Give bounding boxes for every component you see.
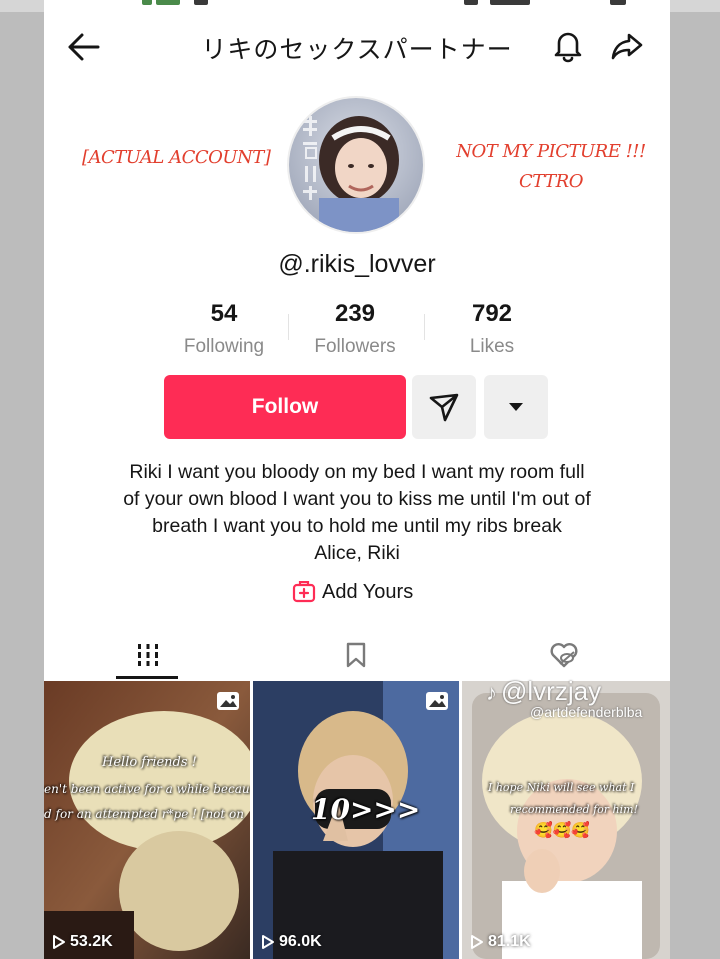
- view-count-value: 53.2K: [70, 933, 113, 950]
- tiktok-logo-icon: ♪: [486, 680, 497, 705]
- stat-value: 54: [210, 300, 238, 327]
- caption-line: NOT MY PICTURE !!!: [456, 141, 646, 162]
- grid-icon: [138, 644, 158, 666]
- stat-likes[interactable]: 792 Likes: [422, 300, 562, 358]
- video-tile[interactable]: Hello friends ! en't been active for a w…: [44, 681, 250, 959]
- caption-actual-account: [ACTUAL ACCOUNT]: [82, 147, 271, 168]
- phone-screen: リキのセックスパートナー [ACTUAL ACCOUNT] NOT MY PIC…: [44, 0, 670, 959]
- photo-icon: [217, 692, 239, 710]
- video-overlay-text: Hello friends !: [102, 755, 197, 770]
- stat-label: Likes: [469, 336, 515, 357]
- bio-line: Alice, Riki: [314, 542, 400, 564]
- message-button[interactable]: [412, 375, 476, 439]
- share-arrow-icon: [611, 33, 643, 60]
- notifications-button[interactable]: [550, 27, 586, 63]
- video-overlay-text: 10>>>: [311, 793, 421, 826]
- avatar-image: [289, 98, 423, 232]
- bookmark-icon: [346, 642, 366, 668]
- view-count: 96.0K: [261, 933, 322, 951]
- video-overlay-emoji: 🥰🥰🥰: [534, 821, 591, 839]
- video-overlay-text: recommended for him!: [510, 803, 638, 816]
- active-tab-indicator: [116, 676, 178, 679]
- more-options-button[interactable]: [484, 375, 548, 439]
- video-grid: Hello friends ! en't been active for a w…: [44, 681, 670, 959]
- follow-button[interactable]: Follow: [164, 375, 406, 439]
- photo-icon: [426, 692, 448, 710]
- caption-not-my-picture: NOT MY PICTURE !!! CTTRO: [456, 137, 646, 197]
- caption-line: CTTRO: [519, 171, 583, 192]
- username: @.rikis_lovver: [278, 250, 436, 278]
- add-yours-icon: [292, 581, 316, 603]
- stat-followers[interactable]: 239 Followers: [285, 300, 425, 358]
- stat-value: 792: [471, 300, 513, 327]
- video-tile[interactable]: 10>>> 96.0K: [253, 681, 459, 959]
- profile-bio: Riki I want you bloody on my bed I want …: [64, 459, 650, 567]
- stat-value: 239: [334, 300, 376, 327]
- status-bar: [44, 0, 670, 6]
- watermark-main: ♪ @lvrzjay: [486, 676, 601, 707]
- add-yours-label: Add Yours: [322, 580, 414, 603]
- tab-liked[interactable]: [460, 630, 668, 680]
- bio-line: of your own blood I want you to kiss me …: [123, 488, 591, 510]
- add-yours-button[interactable]: Add Yours: [292, 578, 413, 606]
- play-icon: [53, 935, 65, 949]
- video-overlay-text: en't been active for a while because: [44, 782, 250, 796]
- bio-line: Riki I want you bloody on my bed I want …: [129, 461, 585, 483]
- avatar[interactable]: [287, 96, 425, 234]
- stat-label: Following: [183, 336, 265, 357]
- play-icon: [471, 935, 483, 949]
- caret-down-icon: [509, 403, 523, 411]
- tab-saved[interactable]: [252, 630, 460, 680]
- heart-hidden-icon: [550, 643, 578, 668]
- stat-following[interactable]: 54 Following: [154, 300, 294, 358]
- watermark-sub: @artdefenderblba: [530, 704, 643, 720]
- view-count: 81.1K: [470, 933, 531, 951]
- view-count-value: 81.1K: [488, 933, 531, 950]
- profile-header: リキのセックスパートナー: [44, 22, 670, 68]
- video-overlay-text: d for an attempted r*pe ! [not on: [44, 807, 244, 821]
- view-count: 53.2K: [52, 933, 113, 951]
- stat-label: Followers: [314, 336, 396, 357]
- play-icon: [262, 935, 274, 949]
- video-thumbnail: [462, 681, 670, 959]
- video-overlay-text: I hope Niki will see what I: [488, 781, 635, 794]
- bell-icon: [554, 32, 582, 63]
- share-button[interactable]: [609, 28, 645, 64]
- profile-stats: 54 Following 239 Followers 792 Likes: [154, 300, 554, 360]
- profile-tabs: [44, 630, 670, 680]
- send-icon: [429, 393, 459, 422]
- watermark-handle: @lvrzjay: [501, 676, 602, 706]
- view-count-value: 96.0K: [279, 933, 322, 950]
- bio-line: breath I want you to hold me until my ri…: [152, 515, 562, 537]
- video-tile[interactable]: I hope Niki will see what I recommended …: [462, 681, 670, 959]
- tab-videos[interactable]: [44, 630, 252, 680]
